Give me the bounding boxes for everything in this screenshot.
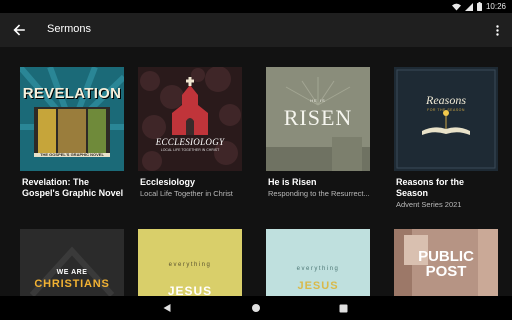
nav-recents-icon bbox=[339, 304, 347, 312]
status-bar: 10:26 bbox=[0, 0, 512, 13]
artwork-subtitle: HE IS bbox=[310, 98, 326, 103]
artwork-title: REVELATION bbox=[22, 85, 122, 102]
app-bar: Sermons bbox=[0, 13, 512, 47]
card-title: Ecclesiology bbox=[140, 177, 196, 187]
ecclesiology-artwork bbox=[138, 67, 242, 171]
overflow-menu-button[interactable] bbox=[492, 22, 502, 38]
artwork-title: RISEN bbox=[283, 105, 353, 130]
sermon-artwork: everything JESUS bbox=[138, 229, 242, 296]
artwork-subtitle: LOCAL LIFE TOGETHER IN CHRIST bbox=[160, 148, 220, 152]
card-title: Revelation: The Gospel's Graphic Novel bbox=[22, 177, 124, 198]
sermon-card-we-are-christians[interactable]: WE ARE CHRISTIANS bbox=[20, 229, 124, 296]
nav-back-button[interactable] bbox=[161, 302, 173, 314]
more-vert-icon bbox=[495, 24, 499, 36]
artwork-title: Reasons bbox=[426, 93, 466, 107]
artwork-title: ECCLESIOLOGY bbox=[155, 137, 225, 147]
nav-home-icon bbox=[252, 304, 260, 312]
sermon-card-he-is-risen[interactable]: HE IS RISEN He is Risen Responding to th… bbox=[266, 67, 370, 198]
artwork-subtitle: everything bbox=[168, 262, 212, 268]
sermon-artwork: HE IS RISEN bbox=[266, 67, 370, 171]
status-icons: 10:26 bbox=[451, 1, 506, 12]
sermon-card-reasons-for-the-season[interactable]: Reasons FOR THE SEASON Reasons for the S… bbox=[394, 67, 498, 217]
artwork-title: PUBLIC POST bbox=[418, 248, 474, 280]
nav-recents-button[interactable] bbox=[337, 302, 349, 314]
card-subtitle: Advent Series 2021 bbox=[396, 200, 462, 209]
sermon-artwork: WE ARE CHRISTIANS bbox=[20, 229, 124, 296]
sermon-card-public-post[interactable]: PUBLIC POST bbox=[394, 229, 498, 296]
nav-home-button[interactable] bbox=[250, 302, 262, 314]
card-title: Reasons for the Season bbox=[396, 177, 465, 198]
artwork-subtitle: THE GOSPEL'S GRAPHIC NOVEL bbox=[40, 152, 104, 157]
sermon-card-everything-jesus[interactable]: everything JESUS bbox=[138, 229, 242, 296]
artwork-subtitle: everything bbox=[296, 266, 340, 272]
sermon-artwork: Reasons FOR THE SEASON bbox=[394, 67, 498, 171]
status-time: 10:26 bbox=[485, 2, 506, 11]
page-title: Sermons bbox=[47, 23, 92, 35]
nav-back-icon bbox=[163, 304, 171, 312]
card-subtitle: Responding to the Resurrect... bbox=[268, 189, 370, 198]
sermon-artwork: PUBLIC POST bbox=[394, 229, 498, 296]
back-button[interactable] bbox=[9, 21, 29, 39]
artwork-title: JESUS bbox=[167, 284, 213, 296]
artwork-subtitle: FOR THE SEASON bbox=[427, 108, 465, 112]
reasons-artwork bbox=[394, 67, 498, 171]
arrow-back-icon bbox=[13, 24, 25, 36]
battery-icon bbox=[476, 2, 482, 11]
cell-signal-icon bbox=[464, 2, 473, 11]
card-title: He is Risen bbox=[268, 177, 317, 187]
sermon-card-revelation[interactable]: REVELATION THE GOSPEL'S GRAPHIC NOVEL Re… bbox=[20, 67, 124, 198]
wifi-icon bbox=[451, 3, 461, 10]
artwork-title: CHRISTIANS bbox=[34, 278, 110, 290]
sermon-artwork: everything JESUS bbox=[266, 229, 370, 296]
card-subtitle: Local Life Together in Christ bbox=[140, 189, 233, 198]
sermon-card-everything-jesus-2[interactable]: everything JESUS bbox=[266, 229, 370, 296]
sermon-artwork: ECCLESIOLOGY LOCAL LIFE TOGETHER IN CHRI… bbox=[138, 67, 242, 171]
artwork-title: JESUS bbox=[297, 280, 339, 292]
sermon-card-ecclesiology[interactable]: ECCLESIOLOGY LOCAL LIFE TOGETHER IN CHRI… bbox=[138, 67, 242, 198]
sermon-grid: REVELATION THE GOSPEL'S GRAPHIC NOVEL Re… bbox=[0, 47, 512, 296]
system-nav-bar bbox=[0, 296, 512, 320]
artwork-subtitle: WE ARE bbox=[56, 269, 88, 276]
sermon-artwork: REVELATION THE GOSPEL'S GRAPHIC NOVEL bbox=[20, 67, 124, 171]
